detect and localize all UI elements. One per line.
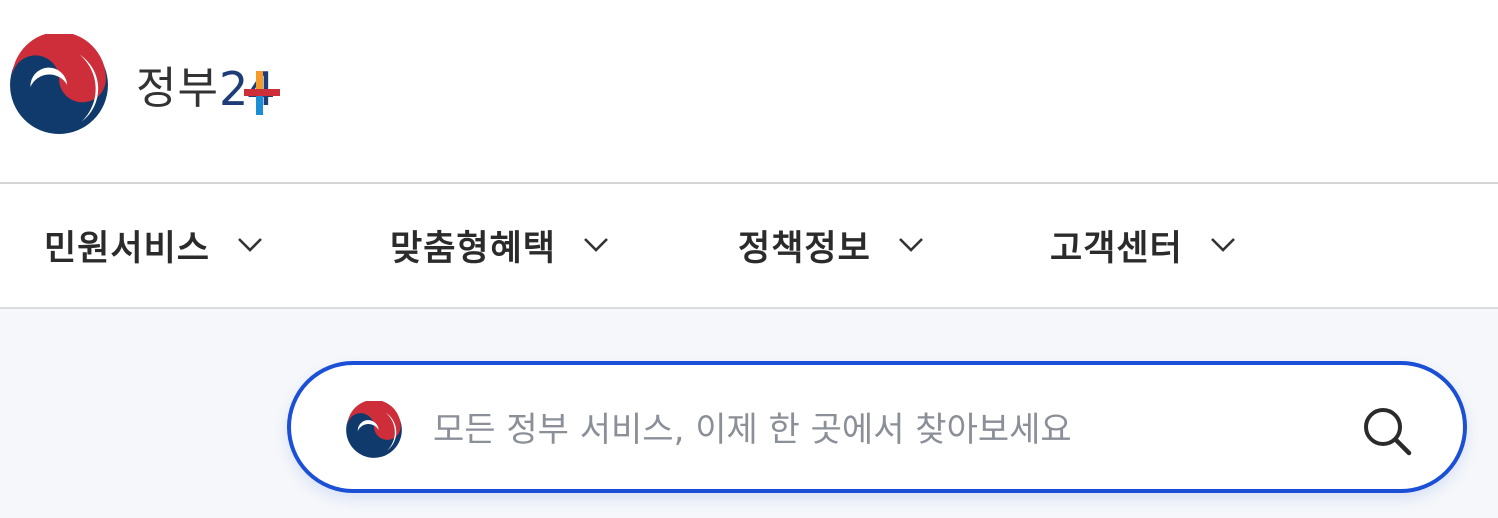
- search-section: [0, 309, 1498, 518]
- nav-item-customer-center[interactable]: 고객센터: [1050, 222, 1237, 269]
- taegeuk-emblem-icon: [10, 34, 108, 134]
- nav-item-civil-services[interactable]: 민원서비스: [44, 222, 264, 269]
- home-logo-link[interactable]: 정부 24: [8, 34, 280, 136]
- search-icon: [1364, 408, 1412, 456]
- nav-item-label: 맞춤형혜택: [390, 228, 557, 269]
- logo-text-ko: 정부: [136, 63, 219, 114]
- chevron-down-icon: [238, 238, 262, 252]
- chevron-down-icon: [1210, 238, 1235, 252]
- nav-item-label: 민원서비스: [44, 228, 211, 269]
- nav-item-custom-benefits[interactable]: 맞춤형혜택: [390, 222, 610, 269]
- taegeuk-emblem-icon: [346, 401, 402, 458]
- search-button[interactable]: [1357, 401, 1417, 461]
- site-header: 정부 24: [0, 0, 1498, 183]
- search-box: [287, 361, 1467, 493]
- main-navigation: 민원서비스 맞춤형혜택 정책정보 고객센터: [0, 184, 1498, 308]
- nav-item-label: 정책정보: [738, 228, 871, 269]
- search-input[interactable]: [431, 401, 1315, 459]
- nav-item-policy-info[interactable]: 정책정보: [738, 222, 925, 269]
- chevron-down-icon: [898, 238, 923, 252]
- chevron-down-icon: [584, 238, 608, 252]
- logo-plus-mark: [243, 71, 280, 115]
- nav-item-label: 고객센터: [1050, 228, 1183, 269]
